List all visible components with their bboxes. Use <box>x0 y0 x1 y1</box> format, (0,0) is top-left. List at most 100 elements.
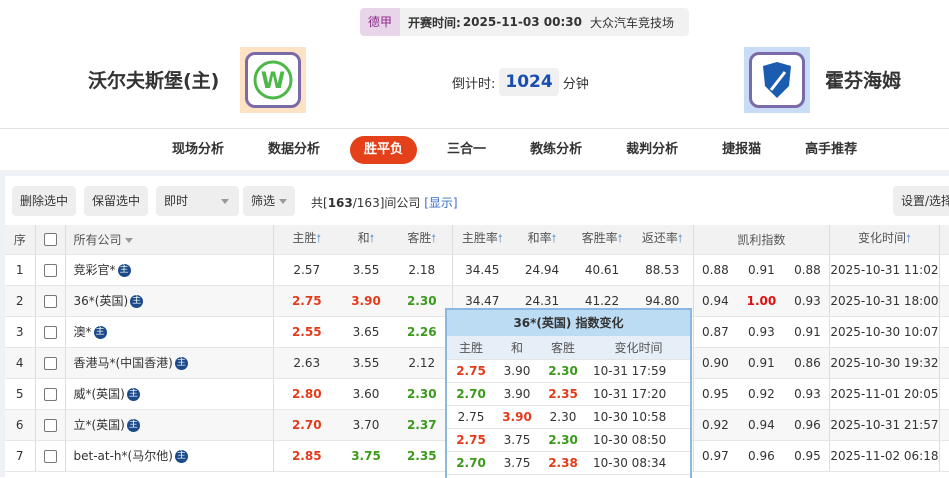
company-name[interactable]: 澳* 主 <box>64 316 273 348</box>
match-info-bar: 德甲 开赛时间: 2025-11-03 00:30 大众汽车竞技场 <box>360 8 689 36</box>
col-draw-rate[interactable]: 和率🠕 <box>512 225 572 255</box>
kelly-home: 0.90 <box>692 347 738 379</box>
show-link[interactable]: [显示] <box>424 196 457 210</box>
draw-odds: 3.55 <box>340 254 392 286</box>
tab-data[interactable]: 数据分析 <box>246 136 342 164</box>
draw-odds: 3.75 <box>340 440 392 472</box>
change-time[interactable]: 2025-10-30 19:32 <box>829 347 939 379</box>
select-all-checkbox[interactable] <box>34 225 65 255</box>
row-checkbox[interactable] <box>34 347 65 379</box>
company-name[interactable]: 竞彩官* 主 <box>64 254 273 286</box>
sort-up-icon: 🠕 <box>906 232 911 246</box>
main-badge-icon: 主 <box>117 264 131 277</box>
sort-up-icon: 🠕 <box>617 232 623 246</box>
draw-rate: 24.94 <box>512 254 572 286</box>
settings-button[interactable]: 设置/选择 <box>893 186 949 216</box>
mode-select[interactable]: 即时 <box>156 186 239 216</box>
row-index: 6 <box>5 409 35 441</box>
company-name[interactable]: 立*(英国) 主 <box>64 409 273 441</box>
company-name[interactable]: 威*(英国) 主 <box>64 378 273 410</box>
company-name[interactable]: bet-at-h*(马尔他) 主 <box>64 440 273 472</box>
away-odds: 2.18 <box>392 254 452 286</box>
away-odds: 2.12 <box>392 347 452 379</box>
company-name[interactable]: 36*(英国) 主 <box>64 285 273 317</box>
kelly-draw: 1.00 <box>737 285 786 317</box>
kelly-away: 0.88 <box>785 254 830 286</box>
filter-label: 筛选 <box>251 194 276 208</box>
row-checkbox[interactable] <box>34 254 65 286</box>
draw-odds: 3.70 <box>340 409 392 441</box>
kelly-away: 0.86 <box>785 347 830 379</box>
col-away-rate[interactable]: 客胜率🠕 <box>572 225 632 255</box>
chevron-down-icon <box>221 199 229 204</box>
away-odds: 2.37 <box>392 409 452 441</box>
kelly-away: 0.91 <box>785 316 830 348</box>
home-odds: 2.57 <box>272 254 340 286</box>
home-odds: 2.80 <box>272 378 340 410</box>
col-away[interactable]: 客胜🠕 <box>392 225 452 255</box>
home-team-logo[interactable]: W <box>240 47 306 113</box>
tab-live[interactable]: 现场分析 <box>150 136 246 164</box>
home-rate: 34.45 <box>451 254 512 286</box>
countdown-unit: 分钟 <box>562 76 589 92</box>
delete-selected-button[interactable]: 删除选中 <box>12 186 77 216</box>
row-checkbox[interactable] <box>34 378 65 410</box>
col-time[interactable]: 变化时间🠕 <box>829 225 939 255</box>
home-team-name[interactable]: 沃尔夫斯堡(主) <box>88 66 219 93</box>
tab-jiebaomao[interactable]: 捷报猫 <box>700 136 783 164</box>
kickoff-time: 2025-11-03 00:30 <box>462 15 582 29</box>
mode-value: 即时 <box>164 194 189 208</box>
sort-up-icon: 🠕 <box>497 232 503 246</box>
row-checkbox[interactable] <box>34 285 65 317</box>
away-odds: 2.26 <box>392 316 452 348</box>
col-kelly: 凯利指数 <box>692 225 830 255</box>
col-draw[interactable]: 和🠕 <box>340 225 392 255</box>
keep-selected-button[interactable]: 保留选中 <box>84 186 149 216</box>
kelly-home: 0.94 <box>692 285 738 317</box>
divider <box>0 128 949 129</box>
change-time[interactable]: 2025-11-01 20:05 <box>829 378 939 410</box>
company-name[interactable]: 香港马*(中国香港) 主 <box>64 347 273 379</box>
filter-button[interactable]: 筛选 <box>243 186 295 216</box>
hoffenheim-logo-icon <box>763 62 791 98</box>
away-team-name[interactable]: 霍芬海姆 <box>825 66 901 93</box>
change-time[interactable]: 2025-10-31 21:57 <box>829 409 939 441</box>
tab-three-in-one[interactable]: 三合一 <box>425 136 508 164</box>
away-rate: 40.61 <box>572 254 632 286</box>
home-odds: 2.85 <box>272 440 340 472</box>
col-company[interactable]: 所有公司 <box>64 225 273 255</box>
kelly-away: 0.96 <box>785 409 830 441</box>
draw-odds: 3.90 <box>340 285 392 317</box>
table-row[interactable]: 1 竞彩官* 主 2.57 3.55 2.18 34.45 24.94 40.61… <box>5 254 949 286</box>
col-home[interactable]: 主胜🠕 <box>272 225 340 255</box>
tab-expert[interactable]: 高手推荐 <box>783 136 879 164</box>
col-return[interactable]: 返还率🠕 <box>632 225 693 255</box>
svg-text:W: W <box>261 69 285 94</box>
away-odds: 2.35 <box>392 440 452 472</box>
tab-odds-1x2[interactable]: 胜平负 <box>350 136 418 164</box>
row-checkbox[interactable] <box>34 409 65 441</box>
popup-row: 2.75 3.90 2.30 10-30 10:58 <box>447 406 690 429</box>
row-checkbox[interactable] <box>34 440 65 472</box>
home-odds: 2.63 <box>272 347 340 379</box>
change-time[interactable]: 2025-11-02 06:18 <box>829 440 939 472</box>
row-checkbox[interactable] <box>34 316 65 348</box>
col-index: 序 <box>5 225 35 255</box>
away-team-logo[interactable] <box>744 47 810 113</box>
wolfsburg-logo-icon: W <box>253 60 293 100</box>
draw-odds: 3.55 <box>340 347 392 379</box>
league-badge[interactable]: 德甲 <box>360 8 401 36</box>
main-badge-icon: 主 <box>126 419 140 432</box>
change-time[interactable]: 2025-10-31 18:00 <box>829 285 939 317</box>
tab-referee[interactable]: 裁判分析 <box>604 136 700 164</box>
sort-up-icon: 🠕 <box>369 232 375 246</box>
tab-coach[interactable]: 教练分析 <box>508 136 604 164</box>
change-time[interactable]: 2025-10-31 11:02 <box>829 254 939 286</box>
col-home-rate[interactable]: 主胜率🠕 <box>451 225 512 255</box>
change-time[interactable]: 2025-10-30 10:07 <box>829 316 939 348</box>
popup-row: 2.75 3.90 2.30 10-31 17:59 <box>447 360 690 383</box>
row-index: 7 <box>5 440 35 472</box>
kelly-home: 0.88 <box>692 254 738 286</box>
main-badge-icon: 主 <box>174 450 188 463</box>
odds-change-popup: 36*(英国) 指数变化 主胜和客胜 变化时间 2.75 3.90 2.30 10-31… <box>445 308 692 478</box>
